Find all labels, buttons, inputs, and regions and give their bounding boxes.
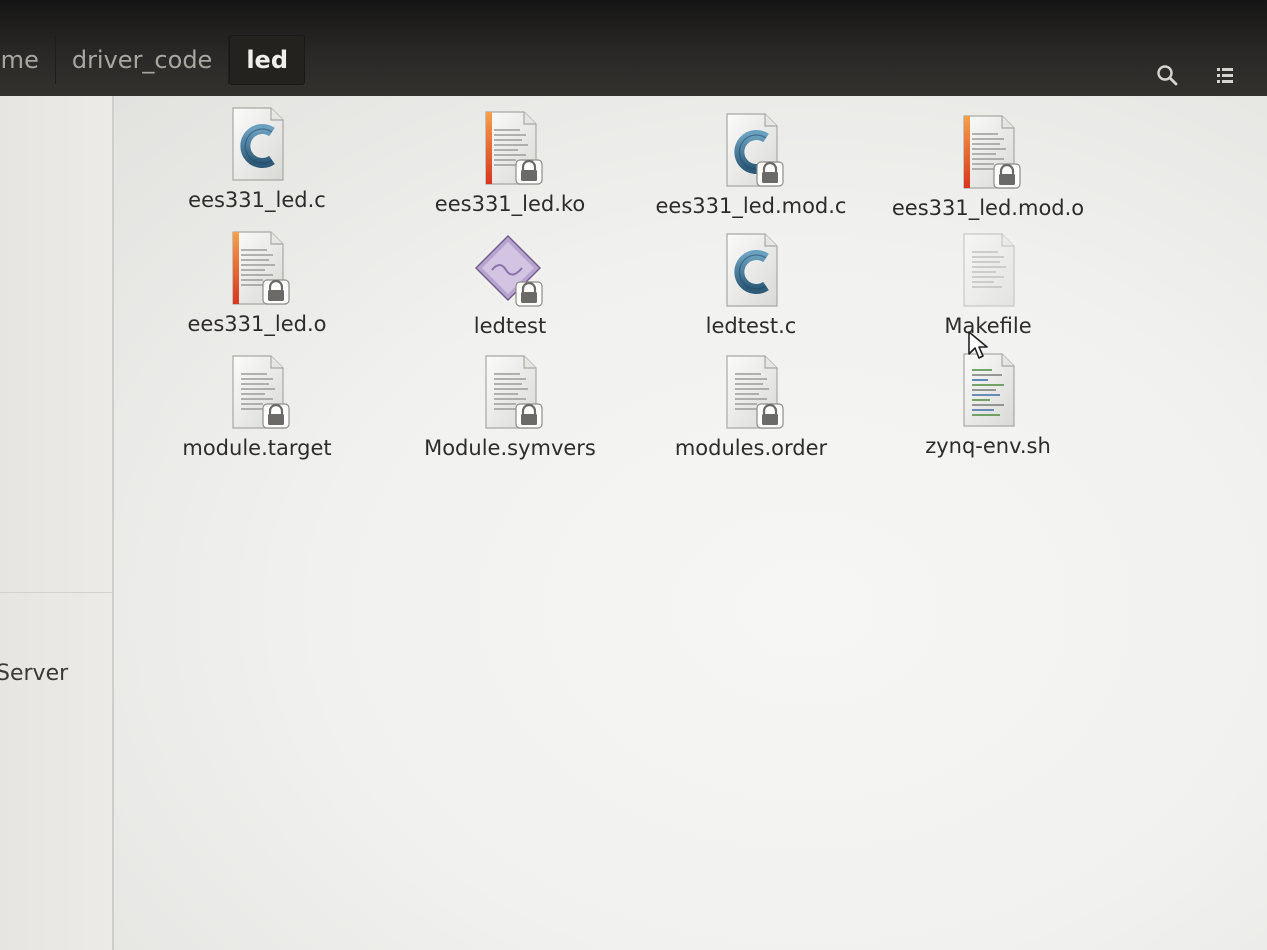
file-name: ees331_led.mod.o — [891, 196, 1085, 220]
sidebar-item-server[interactable]: Server — [0, 661, 68, 686]
list-view-icon — [1217, 68, 1233, 83]
file-item-module-symvers[interactable]: Module.symvers — [400, 352, 620, 460]
mouse-pointer-icon — [968, 331, 988, 359]
c-source-icon — [217, 104, 297, 184]
file-item-module-target[interactable]: module.target — [147, 352, 367, 460]
breadcrumb-label: driver_code — [71, 46, 213, 74]
file-item-modules-order[interactable]: modules.order — [641, 352, 861, 460]
sidebar-divider — [0, 592, 112, 593]
locked-executable-icon — [475, 235, 550, 310]
breadcrumb-label: led — [246, 46, 288, 74]
file-item-makefile[interactable]: Makefile — [878, 230, 1098, 338]
file-name: ees331_led.mod.c — [655, 194, 847, 218]
file-item-ees331-led-ko[interactable]: ees331_led.ko — [400, 108, 620, 216]
file-name: ees331_led.ko — [434, 192, 586, 216]
file-item-ees331-led-o[interactable]: ees331_led.o — [147, 228, 367, 336]
locked-object-file-icon — [217, 228, 297, 308]
file-item-ees331-led-mod-c[interactable]: ees331_led.mod.c — [641, 110, 861, 218]
shell-script-icon — [948, 350, 1028, 430]
file-item-ledtest-c[interactable]: ledtest.c — [641, 230, 861, 338]
file-name: ledtest.c — [705, 314, 797, 338]
locked-text-file-icon — [711, 352, 791, 432]
file-name: ees331_led.o — [187, 312, 327, 336]
locked-text-file-icon — [217, 352, 297, 432]
search-button[interactable] — [1150, 58, 1184, 92]
breadcrumb: ome driver_code led — [0, 34, 305, 86]
view-options-button[interactable] — [1208, 58, 1242, 92]
breadcrumb-item-driver-code[interactable]: driver_code — [56, 36, 230, 84]
text-file-icon — [948, 230, 1028, 310]
breadcrumb-label: ome — [0, 46, 39, 74]
file-item-ledtest[interactable]: ledtest — [400, 230, 620, 338]
locked-text-file-icon — [470, 352, 550, 432]
file-item-ees331-led-mod-o[interactable]: ees331_led.mod.o — [878, 112, 1098, 220]
breadcrumb-item-home[interactable]: ome — [0, 36, 56, 84]
file-name: zynq-env.sh — [925, 434, 1051, 458]
search-icon — [1157, 65, 1178, 86]
file-view: ees331_led.c ees331_led.ko ees331_led.mo… — [114, 96, 1267, 950]
file-name: Module.symvers — [424, 436, 596, 460]
file-name: ledtest — [473, 314, 547, 338]
breadcrumb-item-led[interactable]: led — [229, 35, 305, 85]
file-name: module.target — [182, 436, 332, 460]
sidebar: Server — [0, 96, 114, 950]
c-source-icon — [711, 230, 791, 310]
locked-object-file-icon — [470, 108, 550, 188]
file-item-ees331-led-c[interactable]: ees331_led.c — [147, 104, 367, 212]
header-bar: ome driver_code led — [0, 0, 1267, 96]
file-name: modules.order — [674, 436, 828, 460]
file-item-zynq-env-sh[interactable]: zynq-env.sh — [878, 350, 1098, 458]
locked-c-source-icon — [711, 110, 791, 190]
file-name: ees331_led.c — [188, 188, 326, 212]
locked-object-file-icon — [948, 112, 1028, 192]
